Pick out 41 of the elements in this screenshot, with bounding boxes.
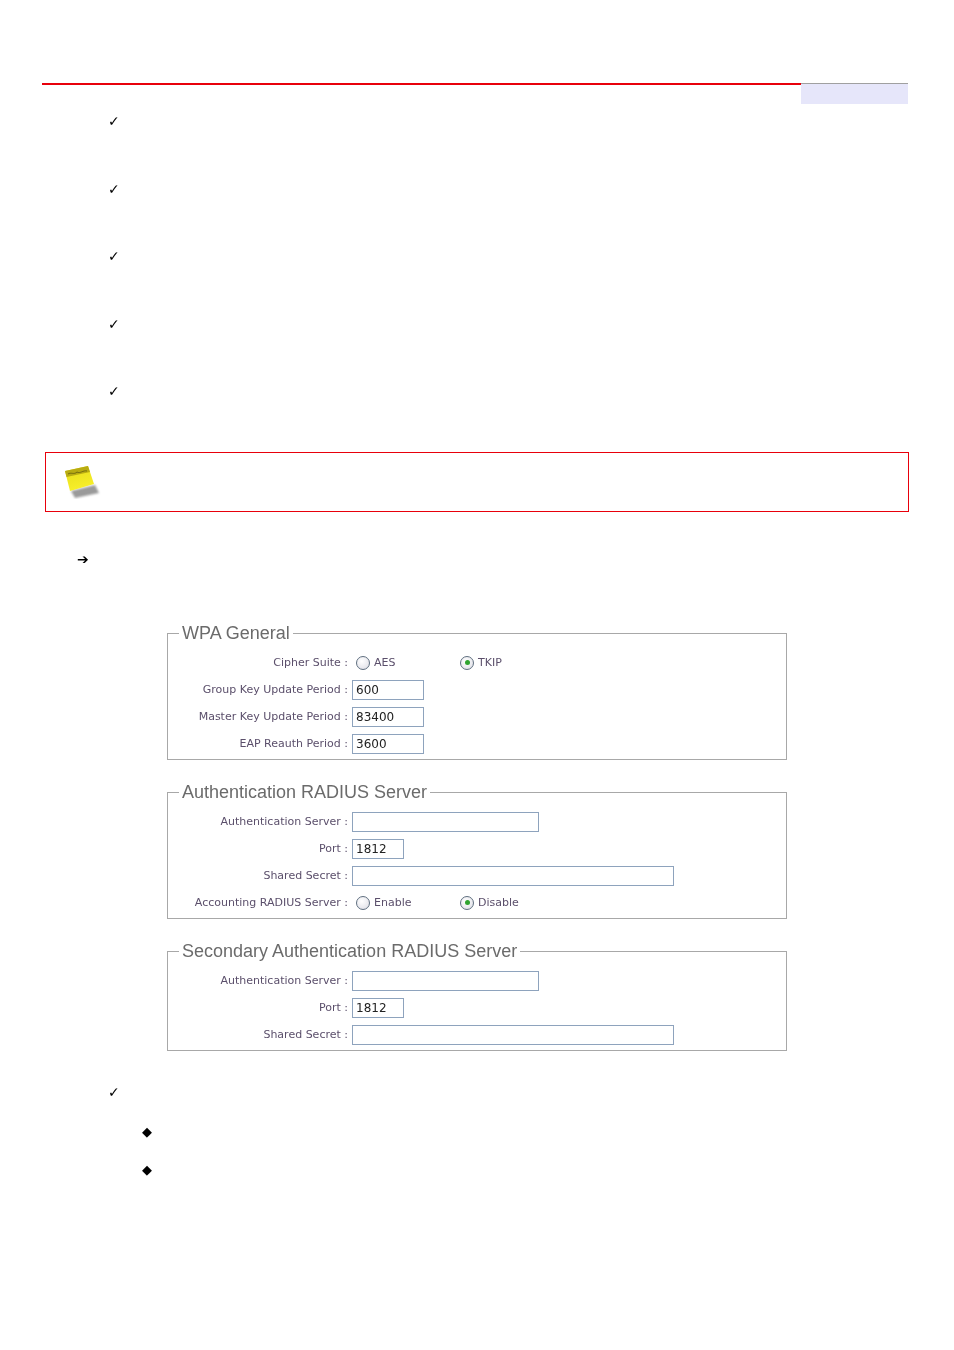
radio-button[interactable] <box>460 655 474 670</box>
field-label: Shared Secret : <box>263 869 348 882</box>
check-bullet: ✓ <box>108 179 120 199</box>
panel-title: WPA General <box>181 622 291 644</box>
radio-label[interactable]: Disable <box>478 896 519 909</box>
field-label: Authentication Server : <box>220 815 348 828</box>
check-bullet: ✓ <box>108 314 120 334</box>
radio-label[interactable]: AES <box>374 656 396 669</box>
input-field[interactable] <box>352 811 539 832</box>
input-field[interactable]: 1812 <box>352 838 404 859</box>
radio-button[interactable] <box>356 895 370 910</box>
radio-button[interactable] <box>460 895 474 910</box>
arrow-bullet: ➔ <box>77 550 89 569</box>
field-label: Group Key Update Period : <box>202 683 348 696</box>
check-bullet: ✓ <box>108 247 120 266</box>
check-bullet: ✓ <box>108 382 120 401</box>
field-label: Master Key Update Period : <box>198 710 348 723</box>
input-field[interactable]: 1812 <box>352 997 404 1018</box>
field-label: Cipher Suite : <box>273 656 348 669</box>
input-field[interactable]: 83400 <box>352 706 424 727</box>
check-bullet: ✓ <box>108 112 120 131</box>
panel-title: Secondary Authentication RADIUS Server <box>181 940 519 962</box>
input-field[interactable] <box>352 865 674 886</box>
field-label: Port : <box>319 842 348 855</box>
field-label: Accounting RADIUS Server : <box>194 896 348 909</box>
field-label: Authentication Server : <box>220 974 348 987</box>
input-field[interactable] <box>352 970 539 991</box>
radio-label[interactable]: TKIP <box>478 656 502 669</box>
radio-label[interactable]: Enable <box>374 896 412 909</box>
diamond-bullet: ◆ <box>142 1161 152 1179</box>
check-bullet: ✓ <box>108 1083 120 1102</box>
radio-button[interactable] <box>356 655 370 670</box>
field-label: Shared Secret : <box>263 1028 348 1041</box>
input-field[interactable]: 3600 <box>352 733 424 754</box>
panel-title: Authentication RADIUS Server <box>181 781 429 803</box>
input-field[interactable] <box>352 1024 674 1045</box>
field-label: EAP Reauth Period : <box>239 737 348 750</box>
diamond-bullet: ◆ <box>142 1123 152 1141</box>
field-label: Port : <box>319 1001 348 1014</box>
input-field[interactable]: 600 <box>352 679 424 700</box>
sticky-note-icon <box>63 465 101 499</box>
